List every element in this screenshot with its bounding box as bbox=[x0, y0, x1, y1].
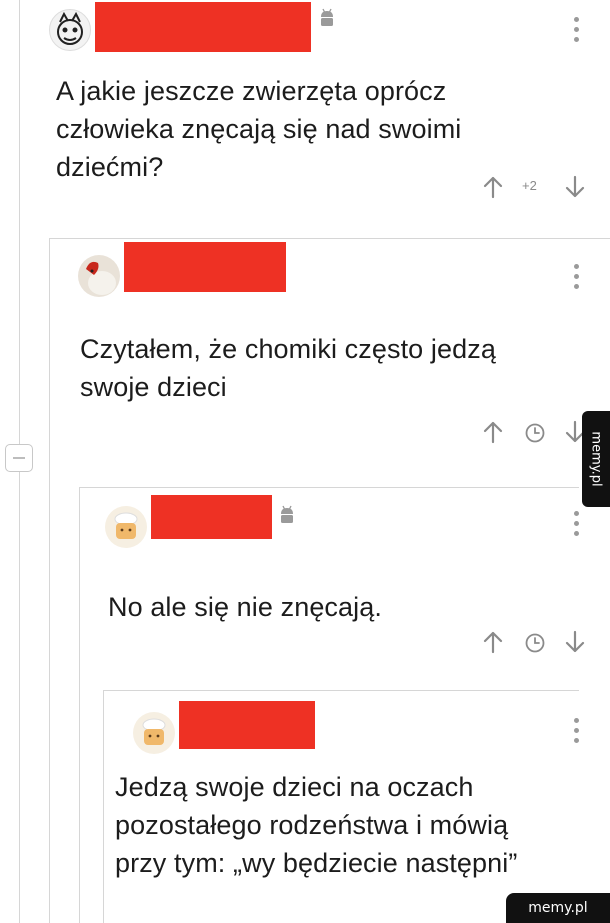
android-icon bbox=[281, 505, 293, 523]
upvote-arrow-icon[interactable] bbox=[482, 420, 504, 444]
comment-text: Czytałem, że chomiki często jedzą swoje … bbox=[80, 334, 496, 402]
redacted-username bbox=[151, 495, 272, 539]
redacted-username bbox=[95, 2, 311, 52]
avatar[interactable] bbox=[133, 712, 175, 754]
upvote-arrow-icon[interactable] bbox=[482, 630, 504, 654]
thread-branch-1 bbox=[49, 238, 610, 239]
thread-line-level2 bbox=[79, 487, 80, 923]
avatar-sketch-icon bbox=[57, 11, 83, 45]
avatar[interactable] bbox=[78, 255, 120, 297]
avatar[interactable] bbox=[49, 9, 91, 51]
thread-line-level1 bbox=[49, 238, 50, 923]
thread-branch-3 bbox=[103, 690, 579, 691]
comment-text: A jakie jeszcze zwierzęta oprócz człowie… bbox=[56, 76, 462, 182]
collapse-thread-button[interactable] bbox=[5, 444, 33, 472]
more-options-icon[interactable] bbox=[573, 17, 579, 42]
thread-line-level3 bbox=[103, 690, 104, 923]
comment-text: Jedzą swoje dzieci na oczach pozostałego… bbox=[115, 772, 518, 878]
watermark-corner: memy.pl bbox=[506, 893, 610, 923]
clock-icon[interactable] bbox=[524, 632, 546, 654]
comment-text: No ale się nie znęcają. bbox=[108, 592, 382, 622]
more-options-icon[interactable] bbox=[573, 718, 579, 743]
thread-branch-2 bbox=[79, 487, 579, 488]
avatar[interactable] bbox=[105, 506, 147, 548]
watermark-side: memy.pl bbox=[582, 411, 610, 507]
avatar-chef-icon bbox=[142, 718, 166, 745]
downvote-arrow-icon[interactable] bbox=[564, 175, 586, 199]
redacted-username bbox=[179, 701, 315, 749]
vote-score: +2 bbox=[522, 178, 537, 193]
clock-icon[interactable] bbox=[524, 422, 546, 444]
avatar-rooster-icon bbox=[86, 261, 116, 295]
downvote-arrow-icon[interactable] bbox=[564, 630, 586, 654]
avatar-chef-icon bbox=[114, 512, 138, 539]
more-options-icon[interactable] bbox=[573, 511, 579, 536]
more-options-icon[interactable] bbox=[573, 264, 579, 289]
upvote-arrow-icon[interactable] bbox=[482, 175, 504, 199]
android-icon bbox=[321, 8, 333, 26]
redacted-username bbox=[124, 242, 286, 292]
